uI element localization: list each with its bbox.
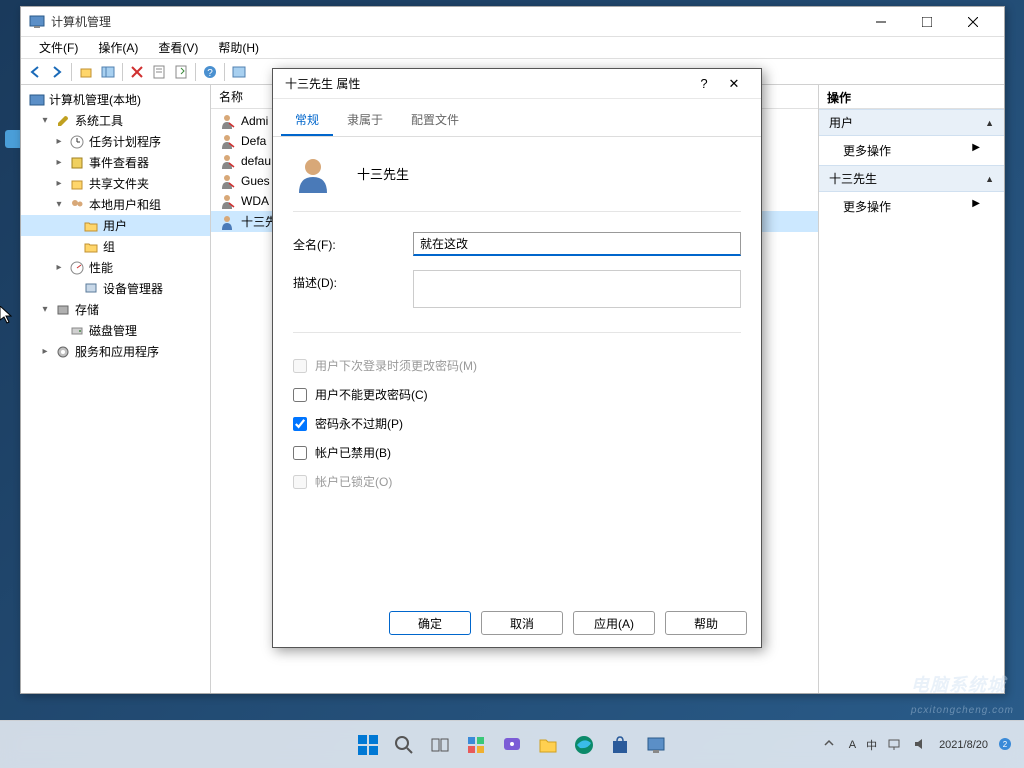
help-button[interactable]: ? xyxy=(200,62,220,82)
action-panel: 操作 用户▲更多操作▶十三先生▲更多操作▶ xyxy=(819,85,1004,693)
tree-node-组[interactable]: 组 xyxy=(21,236,210,257)
forward-button[interactable] xyxy=(47,62,67,82)
taskbar: A 中 2021/8/20 2 xyxy=(0,720,1024,768)
fullname-input[interactable] xyxy=(413,232,741,256)
app-icon xyxy=(29,14,45,30)
action-item[interactable]: 更多操作▶ xyxy=(819,192,1004,221)
network-icon[interactable] xyxy=(887,737,903,753)
checkbox-row: 用户下次登录时须更改密码(M) xyxy=(293,351,741,380)
tree-node-任务计划程序[interactable]: ▸任务计划程序 xyxy=(21,131,210,152)
menu-help[interactable]: 帮助(H) xyxy=(208,37,269,58)
menu-file[interactable]: 文件(F) xyxy=(29,37,88,58)
search-icon[interactable] xyxy=(390,731,418,759)
user-display-name: 十三先生 xyxy=(357,164,409,183)
tree-node-用户[interactable]: 用户 xyxy=(21,215,210,236)
refresh-button[interactable] xyxy=(229,62,249,82)
menubar: 文件(F) 操作(A) 查看(V) 帮助(H) xyxy=(21,37,1004,59)
window-title: 计算机管理 xyxy=(51,13,858,30)
tray-chevron-icon[interactable] xyxy=(823,737,839,753)
dialog-help-button[interactable]: ? xyxy=(689,76,719,91)
tree-node-共享文件夹[interactable]: ▸共享文件夹 xyxy=(21,173,210,194)
ime-indicator[interactable]: A xyxy=(849,739,856,751)
properties-button[interactable] xyxy=(149,62,169,82)
tree-node-服务和应用程序[interactable]: ▸服务和应用程序 xyxy=(21,341,210,362)
fullname-label: 全名(F): xyxy=(293,232,413,253)
show-hide-button[interactable] xyxy=(98,62,118,82)
up-button[interactable] xyxy=(76,62,96,82)
dialog-title: 十三先生 属性 xyxy=(285,75,689,92)
help-button[interactable]: 帮助 xyxy=(665,611,747,635)
tree-node-事件查看器[interactable]: ▸事件查看器 xyxy=(21,152,210,173)
checkbox-row: 帐户已锁定(O) xyxy=(293,467,741,496)
action-section-header[interactable]: 十三先生▲ xyxy=(819,165,1004,192)
ok-button[interactable]: 确定 xyxy=(389,611,471,635)
tree-root[interactable]: 计算机管理(本地) xyxy=(21,89,210,110)
description-input[interactable] xyxy=(413,270,741,308)
action-section-header[interactable]: 用户▲ xyxy=(819,109,1004,136)
action-item[interactable]: 更多操作▶ xyxy=(819,136,1004,165)
tree-node-设备管理器[interactable]: 设备管理器 xyxy=(21,278,210,299)
apply-button[interactable]: 应用(A) xyxy=(573,611,655,635)
dialog-close-button[interactable]: ✕ xyxy=(719,76,749,92)
checkbox-row[interactable]: 帐户已禁用(B) xyxy=(293,438,741,467)
properties-dialog: 十三先生 属性 ? ✕ 常规 隶属于 配置文件 十三先生 全名(F): 描述(D… xyxy=(272,68,762,648)
widgets-icon[interactable] xyxy=(462,731,490,759)
minimize-button[interactable] xyxy=(858,7,904,37)
taskview-icon[interactable] xyxy=(426,731,454,759)
titlebar: 计算机管理 xyxy=(21,7,1004,37)
compmgmt-icon[interactable] xyxy=(642,731,670,759)
svg-text:2: 2 xyxy=(1003,740,1008,749)
close-button[interactable] xyxy=(950,7,996,37)
tab-memberof[interactable]: 隶属于 xyxy=(333,105,397,136)
checkbox-row[interactable]: 密码永不过期(P) xyxy=(293,409,741,438)
tree-node-本地用户和组[interactable]: ▾本地用户和组 xyxy=(21,194,210,215)
clock[interactable]: 2021/8/20 xyxy=(939,739,988,751)
svg-text:?: ? xyxy=(207,68,213,79)
volume-icon[interactable] xyxy=(913,737,929,753)
action-header: 操作 xyxy=(819,85,1004,109)
tab-profile[interactable]: 配置文件 xyxy=(397,105,473,136)
menu-view[interactable]: 查看(V) xyxy=(148,37,208,58)
cancel-button[interactable]: 取消 xyxy=(481,611,563,635)
maximize-button[interactable] xyxy=(904,7,950,37)
dialog-tabs: 常规 隶属于 配置文件 xyxy=(273,99,761,137)
ime-lang[interactable]: 中 xyxy=(866,737,877,753)
menu-action[interactable]: 操作(A) xyxy=(88,37,148,58)
tree-node-系统工具[interactable]: ▾系统工具 xyxy=(21,110,210,131)
description-label: 描述(D): xyxy=(293,270,413,291)
tree-node-性能[interactable]: ▸性能 xyxy=(21,257,210,278)
checkbox-row[interactable]: 用户不能更改密码(C) xyxy=(293,380,741,409)
chat-icon[interactable] xyxy=(498,731,526,759)
tree-panel: 计算机管理(本地) ▾系统工具▸任务计划程序▸事件查看器▸共享文件夹▾本地用户和… xyxy=(21,85,211,693)
notifications-icon[interactable]: 2 xyxy=(998,737,1014,753)
start-button[interactable] xyxy=(354,731,382,759)
delete-button[interactable] xyxy=(127,62,147,82)
explorer-icon[interactable] xyxy=(534,731,562,759)
tree-node-磁盘管理[interactable]: 磁盘管理 xyxy=(21,320,210,341)
watermark: 电脑系统城 pcxitongcheng.com xyxy=(911,671,1014,718)
dialog-titlebar: 十三先生 属性 ? ✕ xyxy=(273,69,761,99)
store-icon[interactable] xyxy=(606,731,634,759)
cursor-icon xyxy=(0,306,16,326)
export-button[interactable] xyxy=(171,62,191,82)
tab-general[interactable]: 常规 xyxy=(281,105,333,136)
back-button[interactable] xyxy=(25,62,45,82)
edge-icon[interactable] xyxy=(570,731,598,759)
tree-node-存储[interactable]: ▾存储 xyxy=(21,299,210,320)
user-avatar-icon xyxy=(293,153,333,193)
